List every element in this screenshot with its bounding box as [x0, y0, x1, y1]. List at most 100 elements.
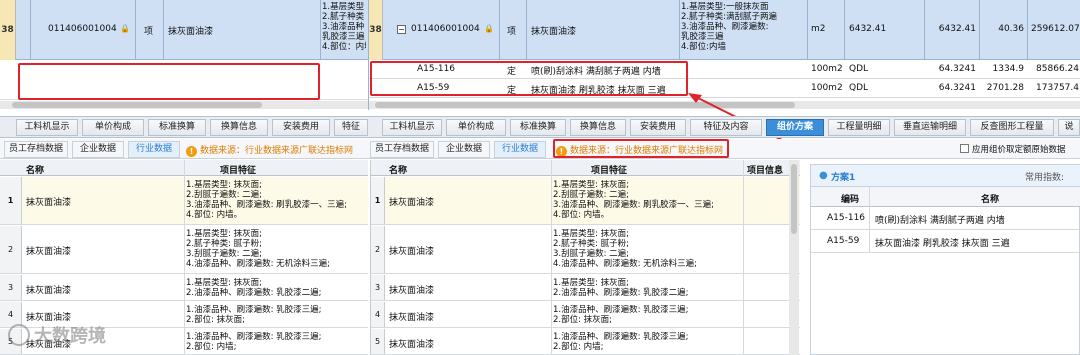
- tab-right-1[interactable]: 单价构成: [446, 119, 506, 136]
- row-feature: 1.基层类型: 抹灰面; 2.腻子种类: 腻子粉; 3.刮腻子遍数: 二遍; 4…: [186, 229, 331, 269]
- scheme-dot-icon: ●: [819, 170, 828, 181]
- tab-left-5[interactable]: 特征: [334, 119, 368, 136]
- scheme-row-code: A15-59: [827, 236, 860, 246]
- apply-original-checkbox[interactable]: 应用组价取定额原始数据: [960, 143, 1066, 155]
- tab-left-3[interactable]: 换算信息: [210, 119, 268, 136]
- bill-price: 40.36: [998, 24, 1024, 34]
- scheme-panel: ● 方案1 常用指数: 编码 名称 A15-116 喷(刷)刮涂料 满刮腻子两遍…: [810, 164, 1080, 355]
- quota-qty-expr: QDL: [849, 64, 869, 74]
- row-index: 2: [371, 226, 385, 273]
- quota-qty: 64.3241: [938, 83, 976, 93]
- bill-unit: m2: [811, 24, 826, 34]
- subtab-left-1[interactable]: 企业数据: [72, 141, 124, 158]
- bill-name-right: 抹灰面油漆: [531, 27, 577, 37]
- tab-right-7[interactable]: 工程量明细: [828, 119, 890, 136]
- bill-qty: 6432.41: [938, 24, 976, 34]
- bill-row-38-right[interactable]: 38 − 011406001004 🔒 项 抹灰面油漆 1.基层类型:一般抹灰面…: [369, 0, 1080, 60]
- collapse-icon[interactable]: −: [397, 25, 406, 34]
- annotation-box-quota: [370, 61, 688, 96]
- header-feature: 项目特征: [591, 166, 628, 176]
- grid-row[interactable]: 2 抹灰面油漆 1.基层类型: 抹灰面; 2.腻子种类: 腻子粉; 3.刮腻子遍…: [371, 226, 800, 274]
- row-index: 1: [371, 177, 385, 224]
- row-name: 抹灰面油漆: [26, 286, 72, 296]
- bill-features: 1.基层类型 2.腻子种类 3.油漆品种 乳胶漆三遍 4.部位：内墙: [322, 2, 366, 52]
- grid-header: 名称 项目特征 项目信息: [371, 160, 800, 176]
- row-name: 抹灰面油漆: [389, 340, 435, 350]
- row-feature: 1.基层类型: 抹灰面; 2.腻子种类: 腻子粉; 3.刮腻子遍数: 二遍; 4…: [553, 229, 698, 269]
- subtab-left-2[interactable]: 行业数据: [128, 141, 180, 158]
- subtab-right-0[interactable]: 员工存档数据: [370, 141, 434, 158]
- bill-name: 抹灰面油漆: [168, 27, 214, 37]
- annotation-box-warning: [553, 139, 729, 158]
- tab-right-5[interactable]: 特征及内容: [690, 119, 762, 136]
- row-name: 抹灰面油漆: [26, 247, 72, 257]
- subtab-right-2[interactable]: 行业数据: [494, 141, 546, 158]
- row-name: 抹灰面油漆: [389, 247, 435, 257]
- tab-right-9[interactable]: 反查图形工程量: [970, 119, 1054, 136]
- row-feature: 1.基层类型: 抹灰面; 2.油漆品种、刷漆遍数: 乳胶漆二遍;: [186, 278, 322, 298]
- tab-right-0[interactable]: 工料机显示: [382, 119, 442, 136]
- bill-features-right: 1.基层类型:一般抹灰面 2.腻子种类:满刮腻子两遍 3.油漆品种、刷漆遍数: …: [681, 2, 777, 52]
- bill-row-38[interactable]: 38 011406001004 🔒 项 抹灰面油漆 1.基层类型 2.腻子种类 …: [0, 0, 368, 60]
- row-index: 4: [371, 302, 385, 327]
- tab-right-10[interactable]: 说: [1058, 119, 1080, 136]
- left-tab-bar: 工料机显示 单价构成 标准换算 换算信息 安装费用 特征: [0, 116, 368, 138]
- bill-qty-expr: 6432.41: [849, 24, 887, 34]
- quota-total: 173757.4: [1036, 83, 1079, 93]
- row-feature: 1.油漆品种、刷漆遍数: 乳胶漆三遍; 2.部位: 内墙;: [186, 332, 322, 352]
- row-name: 抹灰面油漆: [389, 198, 435, 208]
- v-scrollbar[interactable]: [789, 160, 799, 355]
- row-number: 38: [0, 0, 16, 60]
- right-tab-bar: 工料机显示 单价构成 标准换算 换算信息 安装费用 特征及内容 组价方案 工程量…: [368, 116, 1080, 138]
- row-index: 3: [0, 275, 22, 300]
- bill-kind-right: 项: [507, 27, 517, 37]
- tab-right-8[interactable]: 垂直运输明细: [894, 119, 966, 136]
- subtab-right-1[interactable]: 企业数据: [438, 141, 490, 158]
- bill-total: 259612.07: [1031, 24, 1079, 34]
- quota-total: 85866.24: [1036, 64, 1079, 74]
- row-index: 2: [0, 226, 22, 273]
- grid-row[interactable]: 3 抹灰面油漆 1.基层类型: 抹灰面; 2.油漆品种、刷漆遍数: 乳胶漆二遍;: [371, 275, 800, 301]
- row-feature: 1.油漆品种、刷漆遍数: 乳胶漆三遍; 2.部位: 抹灰面;: [553, 305, 689, 325]
- row-feature: 1.基层类型: 抹灰面; 2.油漆品种、刷漆遍数: 乳胶漆二遍;: [553, 278, 689, 298]
- h-scrollbar-left[interactable]: [0, 101, 368, 109]
- grid-row[interactable]: 5 抹灰面油漆 1.油漆品种、刷漆遍数: 乳胶漆三遍; 2.部位: 内墙;: [371, 329, 800, 355]
- left-subtab-bar: 员工存档数据 企业数据 行业数据 ! 数据来源：行业数据来源广联达指标网: [0, 139, 368, 159]
- grid-row[interactable]: 4 抹灰面油漆 1.油漆品种、刷漆遍数: 乳胶漆三遍; 2.部位: 抹灰面;: [371, 302, 800, 328]
- tab-right-2[interactable]: 标准换算: [510, 119, 566, 136]
- warning-text-left: ! 数据来源：行业数据来源广联达指标网: [186, 143, 353, 157]
- scheme-row[interactable]: A15-116 喷(刷)刮涂料 满刮腻子两遍 内墙: [811, 208, 1079, 230]
- tab-right-4[interactable]: 安装费用: [630, 119, 686, 136]
- scheme-row-name: 抹灰面油漆 刷乳胶漆 抹灰面 三遍: [875, 239, 1010, 249]
- quota-qty-expr: QDL: [849, 83, 869, 93]
- scheme-header-name: 名称: [981, 195, 1000, 205]
- row-number-right: 38: [369, 0, 383, 60]
- row-index: 3: [371, 275, 385, 300]
- bill-code: 011406001004: [48, 24, 117, 34]
- subtab-left-0[interactable]: 员工存档数据: [4, 141, 68, 158]
- bill-code-right: 011406001004: [411, 24, 480, 34]
- annotation-box-empty: [18, 63, 320, 100]
- row-feature: 1.基层类型: 抹灰面; 2.刮腻子遍数: 二遍; 3.油漆品种、刷漆遍数: 刷…: [553, 180, 715, 220]
- tab-left-4[interactable]: 安装费用: [272, 119, 330, 136]
- quota-price: 1334.9: [992, 64, 1025, 74]
- header-feature: 项目特征: [220, 166, 257, 176]
- tab-left-1[interactable]: 单价构成: [82, 119, 144, 136]
- tab-left-0[interactable]: 工料机显示: [16, 119, 78, 136]
- tab-right-3[interactable]: 换算信息: [570, 119, 626, 136]
- tab-left-2[interactable]: 标准换算: [148, 119, 206, 136]
- quota-qty: 64.3241: [938, 64, 976, 74]
- header-name: 名称: [26, 166, 45, 176]
- row-feature: 1.基层类型: 抹灰面; 2.刮腻子遍数: 二遍; 3.油漆品种、刷漆遍数: 刷…: [186, 180, 348, 220]
- scheme-title-bar[interactable]: ● 方案1 常用指数:: [811, 165, 1080, 187]
- row-feature: 1.油漆品种、刷漆遍数: 乳胶漆三遍; 2.部位: 抹灰面;: [186, 305, 322, 325]
- lock-icon: 🔒: [120, 24, 130, 33]
- tab-right-6[interactable]: 组价方案: [766, 119, 824, 136]
- scheme-row[interactable]: A15-59 抹灰面油漆 刷乳胶漆 抹灰面 三遍: [811, 231, 1079, 253]
- warning-icon: !: [186, 146, 197, 157]
- middle-data-grid: 名称 项目特征 项目信息 1 抹灰面油漆 1.基层类型: 抹灰面; 2.刮腻子遍…: [370, 160, 800, 355]
- checkbox-icon[interactable]: [960, 144, 969, 153]
- common-index-label: 常用指数:: [1025, 173, 1065, 183]
- grid-row[interactable]: 1 抹灰面油漆 1.基层类型: 抹灰面; 2.刮腻子遍数: 二遍; 3.油漆品种…: [371, 177, 800, 225]
- scheme-title: 方案1: [831, 173, 856, 183]
